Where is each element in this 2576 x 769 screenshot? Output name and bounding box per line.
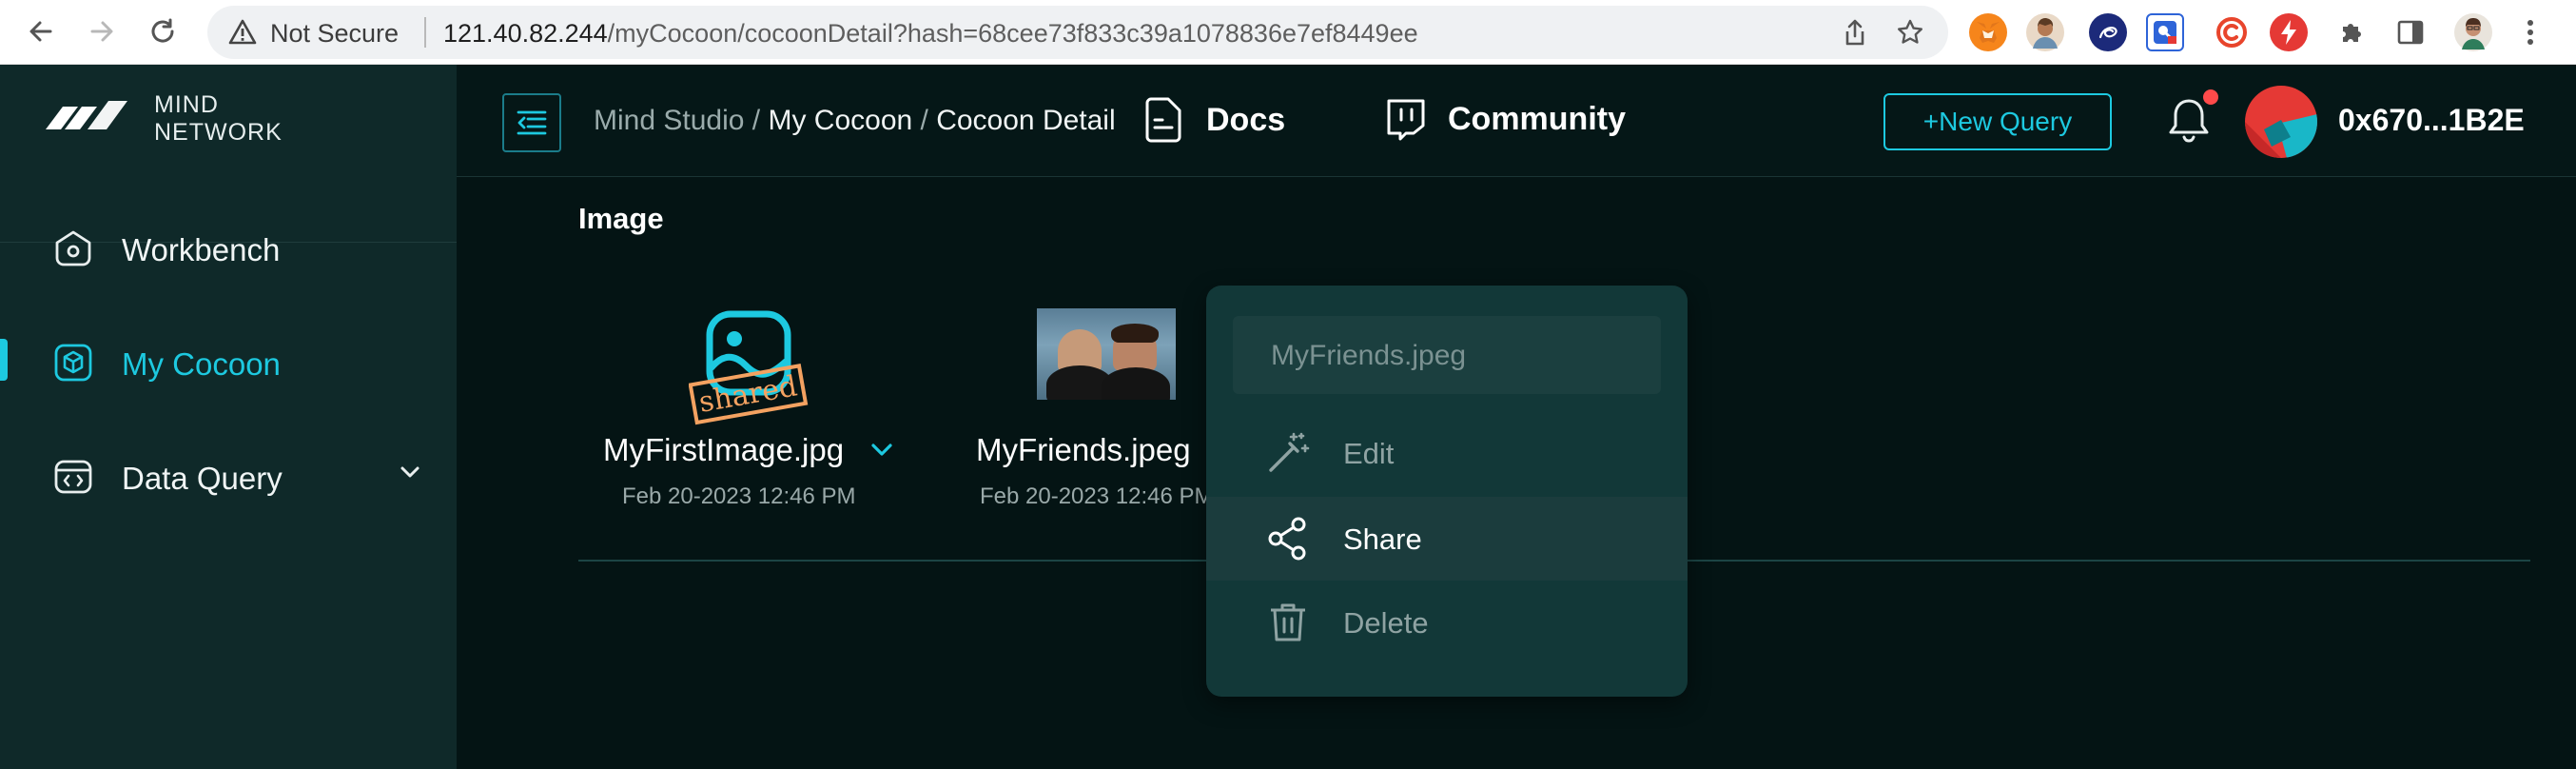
chevron-down-icon[interactable] [400,465,420,479]
brand-line-1: MIND [154,91,219,118]
collapse-menu-icon [517,110,547,135]
brand-line-2: NETWORK [154,119,283,146]
metamask-icon[interactable] [1969,13,2007,51]
bolt-extension-icon[interactable] [2270,13,2308,51]
sidebar-item-data-query[interactable]: Data Query [0,442,457,508]
security-label[interactable]: Not Secure [270,19,399,49]
breadcrumb-my-cocoon[interactable]: My Cocoon [768,105,912,136]
cube-icon [54,344,92,382]
top-header: Mind Studio / My Cocoon / Cocoon Detail … [457,65,2576,177]
image-file-icon[interactable]: shared [689,308,809,430]
sidepanel-icon[interactable] [2391,13,2430,51]
wallet-extension-icon[interactable] [2089,13,2127,51]
twitch-chat-icon [1387,99,1425,141]
breadcrumb-mind-studio[interactable]: Mind Studio [594,105,744,136]
browser-toolbar: Not Secure 121.40.82.244/myCocoon/cocoon… [0,0,2576,65]
brand-name: MIND NETWORK [154,91,283,147]
warning-icon[interactable] [228,18,257,47]
code-window-icon [54,460,92,494]
active-indicator [0,339,8,381]
sidebar-item-label: My Cocoon [122,346,281,382]
chevron-down-icon[interactable] [869,442,894,459]
url-path: /myCocoon/cocoonDetail?hash=68cee73f833c… [607,19,1418,48]
community-label: Community [1448,100,1626,137]
breadcrumb-cocoon-detail: Cocoon Detail [936,105,1116,136]
menu-item-share[interactable]: Share [1206,497,1688,581]
profile-icon[interactable] [2454,13,2492,51]
file-context-menu: MyFriends.jpeg Edit Share Delete [1206,286,1688,697]
trash-icon [1271,603,1305,641]
back-arrow-icon [29,21,52,42]
breadcrumb: Mind Studio / My Cocoon / Cocoon Detail [594,105,1116,137]
section-title: Image [578,202,664,235]
reload-icon [151,18,174,43]
menu-item-label: Share [1343,523,1422,556]
avatar-extension-icon[interactable] [2026,13,2064,51]
sidebar-item-workbench[interactable]: Workbench [0,213,457,280]
menu-item-label: Delete [1343,606,1429,640]
collapse-sidebar-button[interactable] [502,93,561,152]
file-name-field-value: MyFriends.jpeg [1271,340,1467,371]
file-date: Feb 20-2023 12:46 PM [980,483,1214,509]
sidebar-item-label: Data Query [122,461,283,496]
document-icon [1145,97,1181,143]
reload-button[interactable] [141,10,185,53]
magic-wand-icon [1269,432,1310,472]
puzzle-icon[interactable] [2332,13,2371,51]
sidebar [0,65,457,769]
file-name[interactable]: MyFirstImage.jpg [603,432,844,468]
more-menu-icon[interactable] [2511,13,2549,51]
docs-label: Docs [1206,101,1286,138]
image-thumbnail[interactable] [1037,308,1176,400]
menu-item-label: Edit [1343,437,1395,470]
share-page-icon[interactable] [1838,15,1872,49]
docs-link[interactable]: Docs [1142,97,1285,143]
share-icon [1268,517,1306,561]
file-name[interactable]: MyFriends.jpeg [976,432,1191,468]
url-separator [424,17,426,48]
url-host: 121.40.82.244 [443,19,608,48]
file-name-field[interactable]: MyFriends.jpeg [1233,316,1661,394]
wallet-address[interactable]: 0x670...1B2E [2338,103,2525,138]
back-button[interactable] [19,10,63,53]
menu-item-edit[interactable]: Edit [1206,411,1688,495]
forward-arrow-icon [90,21,113,42]
breadcrumb-separator: / [912,105,937,136]
breadcrumb-separator: / [744,105,769,136]
mind-network-logo-icon[interactable] [46,95,127,141]
photo-person [1111,324,1159,343]
sidebar-item-my-cocoon[interactable]: My Cocoon [0,327,457,394]
home-icon [55,230,91,266]
shield-extension-icon[interactable] [2146,13,2184,51]
forward-button[interactable] [80,10,124,53]
sidebar-item-label: Workbench [122,232,281,267]
url-text[interactable]: 121.40.82.244/myCocoon/cocoonDetail?hash… [443,19,1418,49]
avatar[interactable] [2245,86,2317,158]
address-bar[interactable]: Not Secure 121.40.82.244/myCocoon/cocoon… [207,6,1948,59]
c-extension-icon[interactable] [2213,13,2251,51]
bookmark-star-icon[interactable] [1893,15,1927,49]
menu-item-delete[interactable]: Delete [1206,581,1688,664]
notification-badge [2203,89,2218,105]
community-link[interactable]: Community [1385,97,1626,141]
photo-person [1102,367,1170,400]
wallet-avatar-icon [2245,86,2317,158]
new-query-button[interactable]: +New Query [1883,93,2112,150]
file-date: Feb 20-2023 12:46 PM [622,483,856,509]
